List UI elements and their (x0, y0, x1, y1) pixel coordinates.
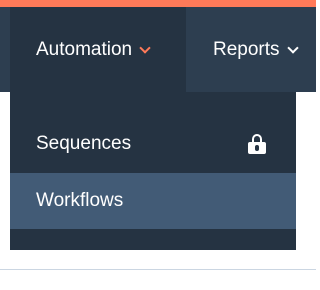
menu-item-workflows[interactable]: Workflows (10, 173, 296, 229)
nav-item-automation[interactable]: Automation (10, 7, 186, 92)
nav-item-automation-label: Automation (36, 38, 133, 60)
menu-item-sequences-label: Sequences (36, 133, 132, 154)
chevron-down-icon (139, 41, 151, 54)
chevron-down-icon (286, 41, 299, 54)
menu-item-workflows-label: Workflows (36, 190, 124, 211)
nav-item-reports[interactable]: Reports (186, 7, 316, 92)
page-divider (0, 269, 316, 270)
lock-icon (248, 134, 266, 154)
menu-item-sequences[interactable]: Sequences (10, 116, 296, 172)
automation-dropdown-menu: Sequences Workflows (10, 92, 296, 250)
top-accent-bar (0, 0, 316, 7)
nav-item-reports-label: Reports (213, 38, 280, 60)
top-navigation: Automation Reports (0, 7, 316, 92)
